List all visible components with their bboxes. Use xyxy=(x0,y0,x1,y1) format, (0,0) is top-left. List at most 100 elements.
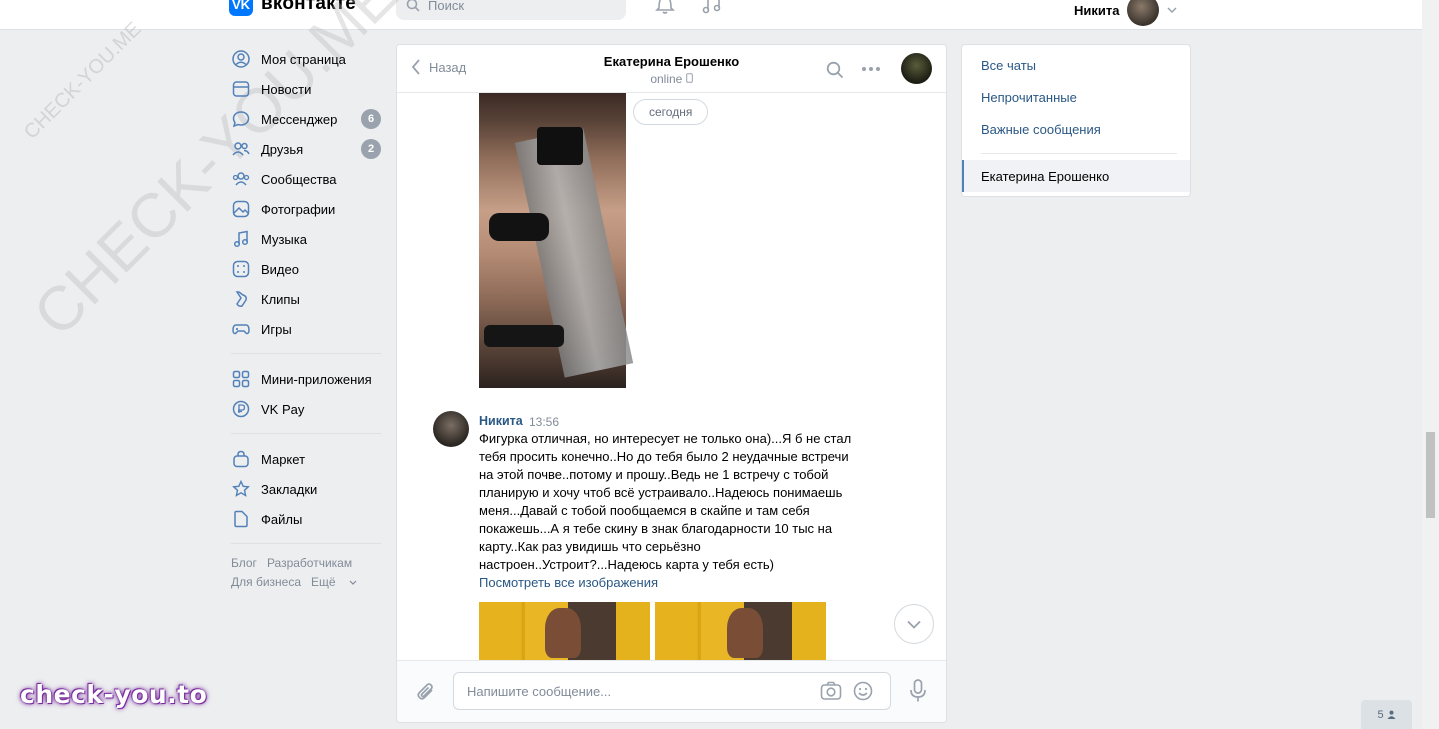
footer-link-blog[interactable]: Блог xyxy=(231,556,257,570)
star-icon xyxy=(231,479,251,499)
nav-label: Маркет xyxy=(261,451,306,467)
attach-icon[interactable] xyxy=(415,681,437,703)
vkpay-icon xyxy=(231,399,251,419)
nav-item-friends[interactable]: Друзья 2 xyxy=(231,134,381,164)
search-icon[interactable] xyxy=(826,61,844,79)
video-icon xyxy=(231,259,251,279)
nav-label: Сообщества xyxy=(261,171,337,187)
message-author-avatar[interactable] xyxy=(433,411,469,447)
scroll-down-button[interactable] xyxy=(894,604,934,644)
file-icon xyxy=(231,509,251,529)
messenger-badge: 6 xyxy=(361,109,381,129)
search-placeholder: Поиск xyxy=(428,0,465,13)
user-avatar xyxy=(1127,0,1160,26)
footer-link-more[interactable]: Ещё xyxy=(311,575,357,589)
message-text: Фигурка отличная, но интересует не тольк… xyxy=(479,431,852,572)
nav-label: Друзья xyxy=(261,141,304,157)
page-scrollbar-track[interactable] xyxy=(1422,0,1439,729)
nav-divider xyxy=(231,353,381,354)
image-thumbnail[interactable] xyxy=(479,602,650,662)
nav-item-games[interactable]: Игры xyxy=(231,314,381,344)
gamepad-icon xyxy=(231,319,251,339)
left-navigation: Моя страница Новости Мессенджер 6 Друзья… xyxy=(231,44,381,592)
music-icon[interactable] xyxy=(702,0,722,14)
nav-label: Закладки xyxy=(261,481,318,497)
nav-item-bookmarks[interactable]: Закладки xyxy=(231,474,381,504)
message-author[interactable]: Никита xyxy=(479,414,523,428)
filter-all-chats[interactable]: Все чаты xyxy=(981,58,1036,73)
nav-item-market[interactable]: Маркет xyxy=(231,444,381,474)
chevron-down-icon xyxy=(1167,7,1178,14)
chat-header: Назад Екатерина Ерошенко online xyxy=(397,45,946,93)
mobile-icon xyxy=(685,73,693,83)
photo-detail xyxy=(727,608,763,658)
friends-badge: 2 xyxy=(361,139,381,159)
communities-icon xyxy=(231,169,251,189)
nav-label: Музыка xyxy=(261,231,307,247)
music-icon xyxy=(231,229,251,249)
camera-icon[interactable] xyxy=(820,681,842,701)
footer-link-business[interactable]: Для бизнеса xyxy=(231,575,301,589)
nav-item-communities[interactable]: Сообщества xyxy=(231,164,381,194)
nav-item-messenger[interactable]: Мессенджер 6 xyxy=(231,104,381,134)
chevron-down-icon xyxy=(349,580,357,585)
friends-icon xyxy=(231,139,251,159)
nav-item-files[interactable]: Файлы xyxy=(231,504,381,534)
photo-detail xyxy=(545,608,581,658)
nav-item-video[interactable]: Видео xyxy=(231,254,381,284)
nav-item-my-page[interactable]: Моя страница xyxy=(231,44,381,74)
chat-panel: Назад Екатерина Ерошенко online сегодня … xyxy=(396,44,947,723)
top-header: VK вконтакте Поиск Никита xyxy=(0,0,1422,30)
search-box[interactable]: Поиск xyxy=(396,0,626,20)
view-all-images-link[interactable]: Посмотреть все изображения xyxy=(479,575,658,590)
emoji-icon[interactable] xyxy=(853,681,873,701)
footer-more-label: Ещё xyxy=(311,575,336,589)
compose-bar xyxy=(397,660,946,722)
clips-icon xyxy=(231,289,251,309)
user-icon xyxy=(1387,710,1396,719)
date-divider: сегодня xyxy=(633,99,709,125)
nav-item-clips[interactable]: Клипы xyxy=(231,284,381,314)
photo-detail xyxy=(489,213,549,241)
user-name: Никита xyxy=(1074,2,1120,18)
nav-label: Файлы xyxy=(261,511,303,527)
news-icon xyxy=(231,79,251,99)
online-count: 5 xyxy=(1377,708,1384,721)
message-icon xyxy=(231,109,251,129)
nav-label: Игры xyxy=(261,321,292,337)
user-menu[interactable]: Никита xyxy=(1074,0,1178,26)
chat-filters-panel: Все чаты Непрочитанные Важные сообщения … xyxy=(961,44,1191,197)
nav-item-photos[interactable]: Фотографии xyxy=(231,194,381,224)
chat-avatar[interactable] xyxy=(901,53,932,84)
nav-item-vk-pay[interactable]: VK Pay xyxy=(231,394,381,424)
nav-item-music[interactable]: Музыка xyxy=(231,224,381,254)
nav-label: Мессенджер xyxy=(261,111,338,127)
nav-label: Видео xyxy=(261,261,299,277)
bell-icon[interactable] xyxy=(654,0,676,14)
nav-item-mini-apps[interactable]: Мини-приложения xyxy=(231,364,381,394)
watermark-small: CHECK-YOU.ME xyxy=(20,17,146,144)
nav-label: Моя страница xyxy=(261,51,346,67)
filter-important[interactable]: Важные сообщения xyxy=(981,122,1101,137)
vk-logo-mark: VK xyxy=(229,0,253,16)
user-circle-icon xyxy=(231,49,251,69)
watermark-brand: check-you.to xyxy=(20,680,208,709)
nav-divider xyxy=(231,433,381,434)
message-photo[interactable] xyxy=(479,93,634,388)
more-icon[interactable] xyxy=(861,59,881,79)
photo-icon xyxy=(231,199,251,219)
nav-item-news[interactable]: Новости xyxy=(231,74,381,104)
image-thumbnail[interactable] xyxy=(655,602,826,662)
page-scrollbar-thumb[interactable] xyxy=(1426,432,1435,518)
market-icon xyxy=(231,449,251,469)
online-friends-button[interactable]: 5 xyxy=(1361,700,1412,729)
apps-icon xyxy=(231,369,251,389)
microphone-icon[interactable] xyxy=(909,679,927,703)
nav-label: Клипы xyxy=(261,291,300,307)
footer-link-dev[interactable]: Разработчикам xyxy=(267,556,352,570)
nav-label: Новости xyxy=(261,81,312,97)
chat-status-text: online xyxy=(650,72,683,86)
active-chat-item[interactable]: Екатерина Ерошенко xyxy=(962,160,1190,192)
nav-footer: Блог Разработчикам Для бизнеса Ещё xyxy=(231,554,381,592)
filter-unread[interactable]: Непрочитанные xyxy=(981,90,1077,105)
